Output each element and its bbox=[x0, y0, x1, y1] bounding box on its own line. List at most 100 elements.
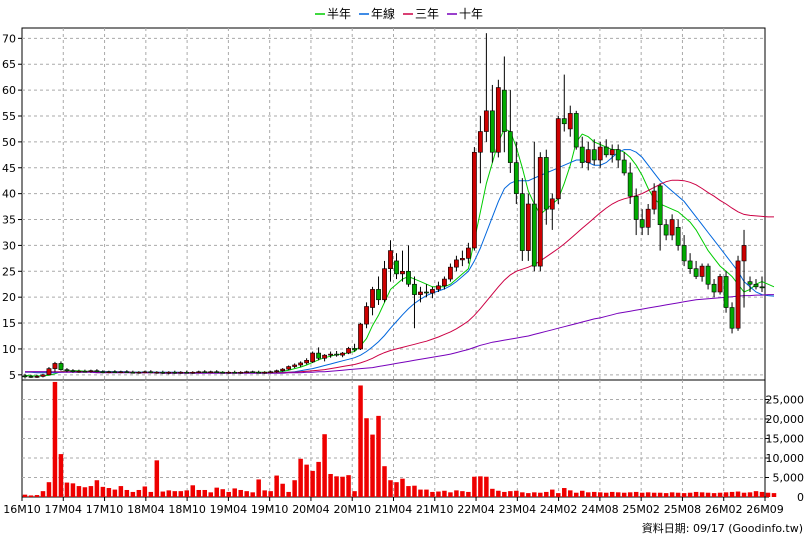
volume-bar bbox=[268, 491, 273, 497]
volume-bar bbox=[124, 489, 130, 497]
candle-down bbox=[561, 118, 567, 125]
volume-tick-label: 10,000 bbox=[766, 452, 805, 465]
volume-bar bbox=[190, 485, 196, 497]
price-tick-label: 40 bbox=[2, 188, 16, 201]
candle-up bbox=[40, 374, 46, 377]
candle-down bbox=[406, 270, 411, 285]
candle-down bbox=[693, 268, 699, 277]
volume-bar bbox=[681, 493, 687, 497]
candle-down bbox=[424, 291, 429, 294]
volume-bar bbox=[394, 482, 399, 497]
candle-up bbox=[382, 268, 387, 301]
candle-up bbox=[280, 368, 286, 371]
candle-down bbox=[64, 369, 70, 371]
volume-bar bbox=[448, 492, 453, 497]
candle-down bbox=[507, 131, 513, 163]
x-tick-label: 24M02 bbox=[540, 503, 578, 516]
volume-bar bbox=[556, 493, 561, 497]
candle-down bbox=[723, 276, 729, 308]
volume-bar bbox=[232, 488, 237, 497]
candle-up bbox=[418, 291, 423, 295]
volume-bar bbox=[705, 492, 711, 497]
candle-up bbox=[448, 266, 453, 280]
volume-bar bbox=[585, 492, 591, 497]
volume-bar bbox=[717, 492, 723, 497]
volume-bar bbox=[244, 491, 249, 497]
candle-down bbox=[172, 371, 178, 374]
candle-up bbox=[567, 113, 573, 130]
volume-bar bbox=[478, 476, 483, 497]
volume-bar bbox=[214, 487, 219, 497]
candle-down bbox=[603, 146, 609, 156]
volume-bar bbox=[82, 487, 88, 497]
x-tick-label: 25M08 bbox=[664, 503, 702, 516]
candle-up bbox=[741, 245, 747, 262]
price-tick-label: 35 bbox=[2, 214, 16, 227]
price-tick-label: 15 bbox=[2, 317, 16, 330]
stock-chart: 半年 年線 三年 十年 5 10 15 20 25 30 35 40 45 50 55 60 65 70 0 5,… bbox=[2, 6, 805, 535]
candle-down bbox=[663, 224, 669, 236]
price-axis-ticks: 5 10 15 20 25 30 35 40 45 50 55 60 65 70 bbox=[2, 32, 22, 382]
x-tick-label: 20M10 bbox=[333, 503, 371, 516]
x-tick-label: 23M04 bbox=[499, 503, 537, 516]
volume-bar bbox=[58, 454, 64, 497]
candle-up bbox=[34, 376, 40, 378]
candle-down bbox=[633, 195, 639, 220]
volume-bar bbox=[574, 492, 579, 497]
candle-up bbox=[466, 247, 471, 259]
candle-up bbox=[244, 371, 250, 374]
volume-bar bbox=[88, 486, 94, 497]
volume-bar bbox=[442, 490, 447, 497]
volume-bar bbox=[759, 491, 765, 497]
volume-bar bbox=[160, 491, 166, 497]
volume-bar bbox=[568, 490, 573, 497]
price-tick-label: 5 bbox=[9, 369, 16, 382]
volume-bar bbox=[723, 492, 729, 497]
volume-bar bbox=[771, 493, 777, 497]
candle-down bbox=[615, 149, 621, 161]
volume-bar bbox=[687, 492, 693, 497]
volume-bar bbox=[741, 492, 747, 497]
price-tick-label: 45 bbox=[2, 162, 16, 175]
candle-up bbox=[286, 366, 292, 370]
candle-up bbox=[292, 364, 298, 367]
candle-up bbox=[442, 278, 447, 287]
candle-up bbox=[364, 306, 369, 325]
legend-label: 十年 bbox=[459, 7, 483, 21]
candle-down bbox=[148, 371, 154, 374]
candle-down bbox=[753, 283, 759, 288]
x-tick-label: 20M04 bbox=[292, 503, 330, 516]
candle-down bbox=[352, 348, 357, 351]
volume-bar bbox=[747, 492, 753, 497]
volume-bar bbox=[94, 480, 100, 497]
price-tick-label: 30 bbox=[2, 239, 16, 252]
volume-bar bbox=[76, 486, 82, 497]
volume-bar bbox=[346, 475, 351, 497]
volume-bar bbox=[142, 486, 148, 497]
candle-down bbox=[412, 283, 417, 295]
x-tick-label: 21M04 bbox=[375, 503, 413, 516]
volume-bar bbox=[358, 385, 363, 497]
volume-bar bbox=[603, 492, 609, 497]
volume-bar bbox=[657, 492, 663, 497]
volume-tick-label: 15,000 bbox=[766, 433, 805, 446]
candle-down bbox=[621, 159, 627, 174]
volume-bar bbox=[544, 491, 549, 497]
volume-bar bbox=[70, 483, 76, 497]
volume-bar bbox=[250, 492, 255, 497]
candle-down bbox=[573, 113, 579, 148]
price-tick-label: 10 bbox=[2, 343, 16, 356]
candle-up bbox=[549, 198, 555, 210]
volume-tick-label: 5,000 bbox=[773, 472, 805, 485]
chart-legend: 半年 年線 三年 十年 bbox=[315, 6, 483, 21]
volume-bar bbox=[112, 489, 118, 497]
price-tick-label: 20 bbox=[2, 291, 16, 304]
candle-down bbox=[316, 352, 321, 359]
candle-down bbox=[250, 371, 256, 374]
volume-bar bbox=[28, 495, 34, 497]
candle-up bbox=[154, 371, 160, 374]
candle-up bbox=[274, 370, 280, 373]
candle-up bbox=[400, 270, 405, 275]
volume-bar bbox=[310, 470, 315, 497]
volume-bar bbox=[46, 482, 52, 497]
